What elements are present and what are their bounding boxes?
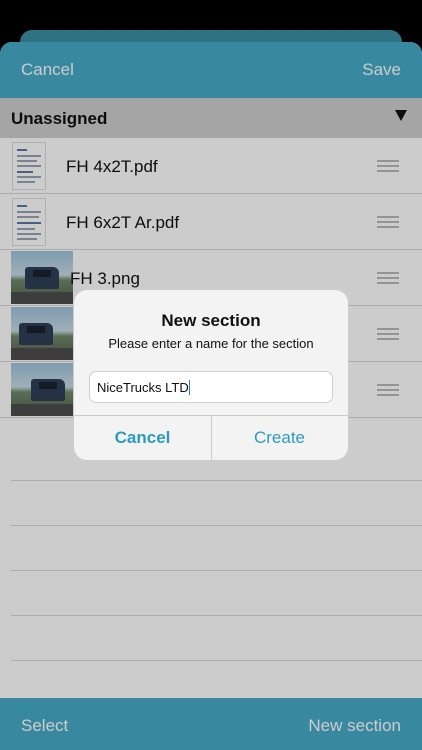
dialog-cancel-button[interactable]: Cancel — [74, 415, 211, 460]
dialog-title: New section — [161, 311, 261, 330]
section-name-input[interactable]: NiceTrucks LTD — [89, 371, 333, 403]
new-section-dialog: New section Please enter a name for the … — [74, 290, 348, 460]
dialog-message: Please enter a name for the section — [108, 336, 314, 351]
dialog-create-button[interactable]: Create — [211, 415, 348, 460]
section-name-value: NiceTrucks LTD — [97, 380, 190, 395]
